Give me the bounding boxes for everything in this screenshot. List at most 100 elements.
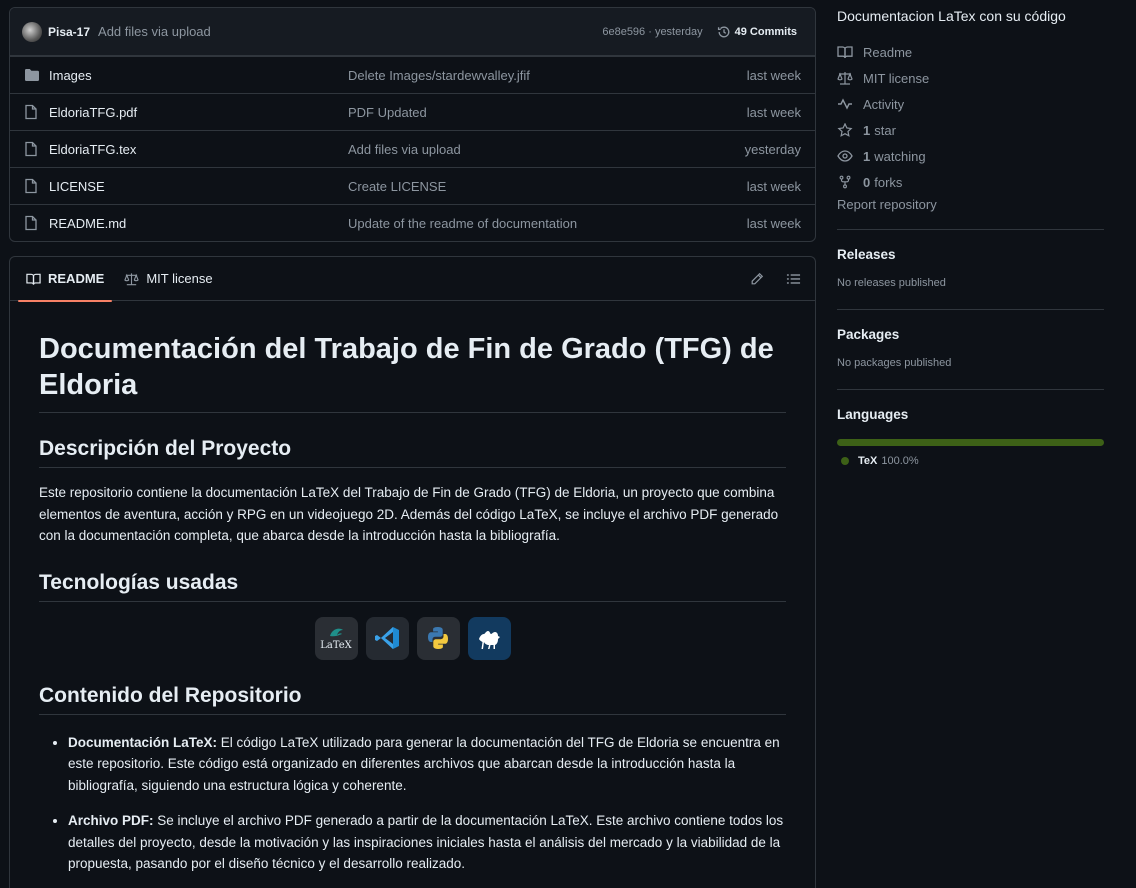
fork-icon — [839, 175, 851, 189]
file-name-link[interactable]: EldoriaTFG.pdf — [49, 105, 348, 120]
readme-title: Documentación del Trabajo de Fin de Grad… — [39, 331, 786, 413]
file-commit-message[interactable]: Create LICENSE — [348, 179, 747, 194]
file-row[interactable]: Images Delete Images/stardewvalley.jfif … — [10, 56, 815, 93]
vscode-icon[interactable] — [365, 616, 409, 660]
list-item-label: Archivo PDF: — [68, 813, 154, 828]
packages-status: No packages published — [837, 357, 952, 369]
about-watching-link[interactable]: 1 watching — [837, 143, 1104, 169]
list-item: Archivo PDF: Se incluye el archivo PDF g… — [68, 810, 786, 875]
file-row[interactable]: README.md Update of the readme of docume… — [10, 204, 815, 241]
language-percent: 100.0% — [881, 455, 919, 467]
list-item-label: Documentación LaTeX: — [68, 734, 218, 750]
file-commit-message[interactable]: Add files via upload — [348, 142, 745, 157]
commit-message-link[interactable]: Add files via upload — [98, 24, 211, 39]
commit-hash-time[interactable]: 6e8e596 · yesterday — [602, 26, 702, 38]
file-row[interactable]: LICENSE Create LICENSE last week — [10, 167, 815, 204]
file-row[interactable]: EldoriaTFG.tex Add files via upload yest… — [10, 130, 815, 167]
file-date: yesterday — [744, 141, 801, 157]
packages-heading[interactable]: Packages — [837, 327, 1104, 342]
file-date: last week — [746, 178, 801, 194]
releases-status: No releases published — [837, 277, 946, 289]
commit-author-link[interactable]: Pisa-17 — [48, 25, 90, 39]
commits-count: 49 Commits — [734, 25, 797, 38]
about-links: Readme MIT license Activity 1 star 1 wat… — [837, 39, 1104, 213]
edit-pencil-icon[interactable] — [743, 265, 771, 293]
file-name-link[interactable]: Images — [49, 68, 348, 83]
language-dot — [841, 457, 849, 465]
file-name-link[interactable]: LICENSE — [49, 179, 348, 194]
pulse-icon — [838, 98, 852, 110]
watching-count: 1 — [863, 148, 871, 164]
about-readme-link[interactable]: Readme — [837, 39, 1104, 65]
file-date: last week — [746, 104, 801, 120]
tab-license-label: MIT license — [146, 271, 213, 286]
list-item: Documentación LaTeX: El código LaTeX uti… — [68, 732, 786, 797]
about-stars-link[interactable]: 1 star — [837, 117, 1104, 143]
tab-license[interactable]: MIT license — [116, 257, 220, 301]
language-bar — [837, 439, 1104, 446]
technology-icons: LaTeX — [39, 616, 786, 660]
tab-readme-label: README — [48, 271, 105, 286]
stars-label: star — [874, 122, 896, 138]
language-item[interactable]: TeX 100.0% — [837, 455, 1104, 467]
about-forks-link[interactable]: 0 forks — [837, 169, 1104, 195]
languages-heading: Languages — [837, 407, 909, 422]
tab-readme[interactable]: README — [18, 257, 113, 302]
about-activity-link[interactable]: Activity — [837, 91, 1104, 117]
latest-commit-bar: Pisa-17 Add files via upload 6e8e596 · y… — [10, 8, 815, 56]
readme-content: Documentación del Trabajo de Fin de Grad… — [10, 301, 815, 875]
about-license-link[interactable]: MIT license — [837, 65, 1104, 91]
language-name: TeX — [858, 455, 878, 467]
readme-panel: README MIT license Documentación del Tra… — [9, 256, 816, 888]
file-icon — [24, 215, 41, 231]
description-paragraph: Este repositorio contiene la documentaci… — [39, 485, 779, 543]
packages-section: Packages No packages published — [837, 309, 1104, 389]
file-name-link[interactable]: EldoriaTFG.tex — [49, 142, 348, 157]
law-scale-icon — [837, 72, 853, 85]
about-activity-label: Activity — [863, 96, 905, 112]
contents-list: Documentación LaTeX: El código LaTeX uti… — [39, 732, 786, 875]
main-column: Pisa-17 Add files via upload 6e8e596 · y… — [9, 7, 816, 888]
file-name-link[interactable]: README.md — [49, 216, 348, 231]
book-icon — [837, 46, 853, 59]
about-license-label: MIT license — [863, 70, 930, 86]
file-date: last week — [746, 67, 801, 83]
languages-section: Languages TeX 100.0% — [837, 389, 1104, 487]
readme-actions — [735, 265, 807, 293]
list-item-text: Se incluye el archivo PDF generado a par… — [68, 813, 784, 871]
section-heading-description: Descripción del Proyecto — [39, 437, 786, 468]
file-commit-message[interactable]: Delete Images/stardewvalley.jfif — [348, 68, 747, 83]
outline-list-icon[interactable] — [779, 265, 807, 293]
commits-history-link[interactable]: 49 Commits — [717, 25, 797, 39]
watching-label: watching — [874, 148, 926, 164]
forks-count: 0 — [863, 174, 871, 190]
history-icon — [717, 26, 730, 37]
python-icon[interactable] — [416, 616, 460, 660]
about-sidebar: Documentacion LaTex con su código Readme… — [837, 0, 1104, 487]
readme-tab-bar: README MIT license — [10, 257, 815, 302]
folder-icon — [24, 67, 41, 83]
file-row[interactable]: EldoriaTFG.pdf PDF Updated last week — [10, 93, 815, 130]
latex-icon[interactable]: LaTeX — [314, 616, 358, 660]
star-icon — [837, 123, 853, 137]
forks-label: forks — [874, 174, 903, 190]
book-icon — [26, 273, 41, 285]
file-browser: Pisa-17 Add files via upload 6e8e596 · y… — [9, 7, 816, 242]
section-heading-technologies: Tecnologías usadas — [39, 571, 786, 602]
file-commit-message[interactable]: Update of the readme of documentation — [348, 216, 747, 231]
camel-ocaml-icon[interactable] — [467, 616, 511, 660]
file-icon — [24, 104, 41, 120]
file-icon — [24, 178, 41, 194]
releases-heading[interactable]: Releases — [837, 247, 1104, 262]
releases-section: Releases No releases published — [837, 229, 1104, 309]
author-avatar[interactable] — [22, 21, 42, 42]
about-readme-label: Readme — [863, 44, 913, 60]
file-commit-message[interactable]: PDF Updated — [348, 105, 747, 120]
section-heading-contents: Contenido del Repositorio — [39, 684, 786, 715]
file-date: last week — [746, 215, 801, 231]
report-repository-link[interactable]: Report repository — [837, 197, 1104, 212]
law-scale-icon — [124, 272, 140, 285]
eye-icon — [837, 150, 853, 162]
stars-count: 1 — [863, 122, 871, 138]
file-icon — [24, 141, 41, 157]
